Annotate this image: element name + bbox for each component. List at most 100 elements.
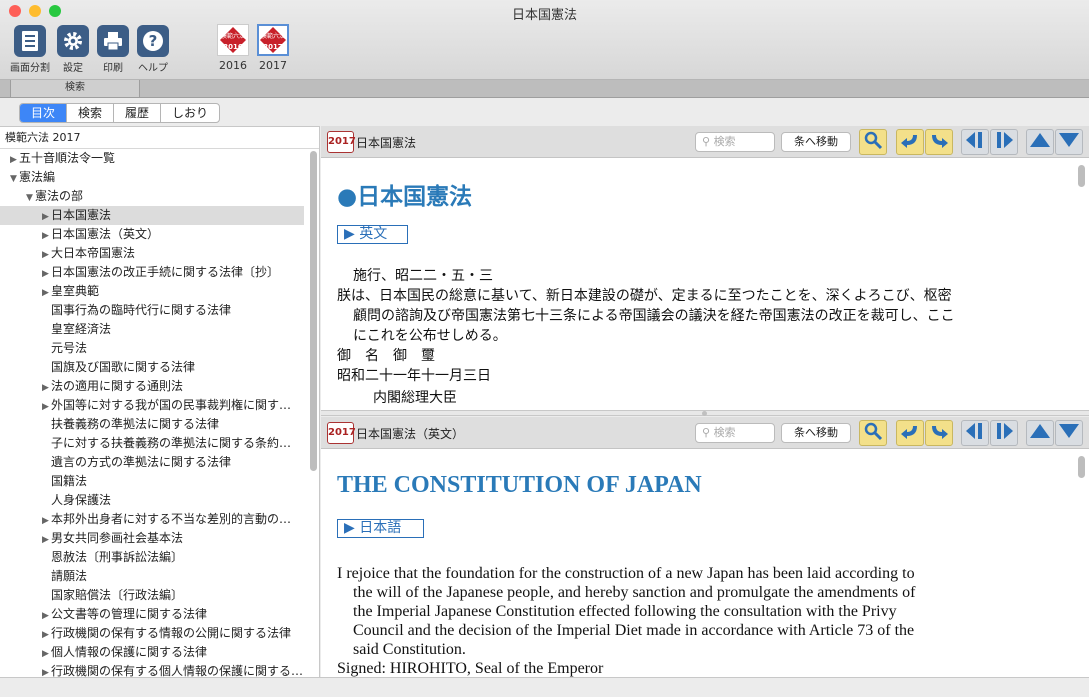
sidebar-item[interactable]: 扶養義務の準拠法に関する法律	[0, 415, 304, 434]
settings-button[interactable]: 設定	[53, 25, 93, 74]
back-icon	[899, 131, 921, 153]
english-version-link[interactable]: ▶ 英文	[337, 225, 408, 244]
pane-top-search-input[interactable]: ⚲ 検索	[695, 132, 775, 152]
sidebar-item[interactable]: ▶ 大日本帝国憲法	[0, 244, 304, 263]
disclosure-closed-icon[interactable]: ▶	[40, 645, 51, 662]
next-icon	[993, 130, 1015, 154]
pane-bottom-next-button[interactable]	[990, 420, 1018, 446]
edition-2016-button[interactable]: 模範六法 2016 2016	[215, 24, 251, 72]
edition-2017-button[interactable]: 模範六法 2017 2017	[255, 24, 291, 72]
sidebar-item[interactable]: ▶ 男女共同参画社会基本法	[0, 529, 304, 548]
prev-icon	[964, 421, 986, 445]
sidebar-scrollbar[interactable]	[310, 151, 317, 471]
sidebar-item[interactable]: ▶ 個人情報の保護に関する法律	[0, 643, 304, 662]
sidebar-item[interactable]: ▶ 行政機関の保有する個人情報の保護に関する…	[0, 662, 304, 677]
pane-bottom-prev-button[interactable]	[961, 420, 989, 446]
sidebar-item[interactable]: ▶ 行政機関の保有する情報の公開に関する法律	[0, 624, 304, 643]
pane-bottom-up-button[interactable]	[1026, 420, 1054, 446]
pane-bottom-back-button[interactable]	[896, 420, 924, 446]
pane-top-prev-button[interactable]	[961, 129, 989, 155]
pane-top-next-button[interactable]	[990, 129, 1018, 155]
sidebar-item[interactable]: 皇室経済法	[0, 320, 304, 339]
split-view-icon	[14, 25, 46, 57]
disclosure-closed-icon[interactable]: ▶	[40, 664, 51, 677]
print-button[interactable]: 印刷	[93, 25, 133, 74]
disclosure-closed-icon[interactable]: ▶	[40, 284, 51, 301]
pane-top-scrollbar[interactable]	[1078, 165, 1085, 187]
sidebar-item[interactable]: 国籍法	[0, 472, 304, 491]
segment-bookmarks[interactable]: しおり	[160, 104, 219, 122]
sidebar-item[interactable]: ▶ 日本国憲法の改正手続に関する法律〔抄〕	[0, 263, 304, 282]
pane-top-back-button[interactable]	[896, 129, 924, 155]
sidebar-item-label: 法の適用に関する通則法	[51, 379, 184, 393]
sidebar-item-label: 扶養義務の準拠法に関する法律	[51, 417, 220, 431]
sidebar-item[interactable]: ▶ 五十音順法令一覧	[0, 149, 304, 168]
disclosure-closed-icon[interactable]: ▶	[40, 398, 51, 415]
pane-top-down-button[interactable]	[1055, 129, 1083, 155]
help-button[interactable]: ? ヘルプ	[133, 25, 173, 74]
disclosure-closed-icon[interactable]: ▶	[40, 246, 51, 263]
disclosure-open-icon[interactable]: ▼	[8, 170, 19, 187]
pane-bottom-search-input[interactable]: ⚲ 検索	[695, 423, 775, 443]
split-view-button[interactable]: 画面分割	[10, 25, 50, 74]
pane-bottom-down-button[interactable]	[1055, 420, 1083, 446]
disclosure-closed-icon[interactable]: ▶	[40, 208, 51, 225]
search-icon: ⚲	[702, 135, 711, 148]
pane-top-goto-article-button[interactable]: 条へ移動	[781, 132, 851, 152]
disclosure-closed-icon[interactable]: ▶	[8, 151, 19, 168]
japanese-version-link[interactable]: ▶ 日本語	[337, 519, 424, 538]
sidebar-item-label: 憲法編	[19, 170, 56, 184]
sidebar-item[interactable]: 人身保護法	[0, 491, 304, 510]
pane-bottom-goto-article-button[interactable]: 条へ移動	[781, 423, 851, 443]
disclosure-closed-icon[interactable]: ▶	[40, 626, 51, 643]
disclosure-closed-icon[interactable]: ▶	[40, 607, 51, 624]
sidebar-item[interactable]: ▶ 皇室典範	[0, 282, 304, 301]
sidebar-item-label: 皇室典範	[51, 284, 100, 298]
segment-history[interactable]: 履歴	[113, 104, 160, 122]
pane-splitter[interactable]	[321, 410, 1089, 416]
sidebar-item[interactable]: ▶ 本邦外出身者に対する不当な差別的言動の…	[0, 510, 304, 529]
pane-bottom-scrollbar[interactable]	[1078, 456, 1085, 478]
sidebar-item[interactable]: ▶ 日本国憲法	[0, 206, 304, 225]
sidebar-item[interactable]: ▼ 憲法の部	[0, 187, 304, 206]
disclosure-closed-icon[interactable]: ▶	[40, 512, 51, 529]
disclosure-closed-icon[interactable]: ▶	[40, 379, 51, 396]
sidebar-item[interactable]: 国事行為の臨時代行に関する法律	[0, 301, 304, 320]
disclosure-closed-icon[interactable]: ▶	[40, 265, 51, 282]
sidebar-item[interactable]: ▶ 公文書等の管理に関する法律	[0, 605, 304, 624]
sidebar-item[interactable]: 国旗及び国歌に関する法律	[0, 358, 304, 377]
pane-top-zoom-button[interactable]	[859, 129, 887, 155]
pane-bottom-zoom-button[interactable]	[859, 420, 887, 446]
disclosure-open-icon[interactable]: ▼	[24, 189, 35, 206]
pane-bottom-body: THE CONSTITUTION OF JAPAN ▶ 日本語 I rejoic…	[321, 450, 1089, 677]
edition-2017-book-icon: 模範六法 2017	[257, 24, 289, 56]
sidebar-item[interactable]: 請願法	[0, 567, 304, 586]
sidebar-item[interactable]: ▶ 日本国憲法（英文）	[0, 225, 304, 244]
sidebar-item[interactable]: ▼ 憲法編	[0, 168, 304, 187]
sidebar-item[interactable]: 元号法	[0, 339, 304, 358]
sidebar-item-label: 大日本帝国憲法	[51, 246, 136, 260]
disclosure-closed-icon[interactable]: ▶	[40, 531, 51, 548]
pane-bottom-forward-button[interactable]	[925, 420, 953, 446]
document-pane-bottom: 2017 日本国憲法（英文） ⚲ 検索 条へ移動 THE CONSTITUTIO…	[321, 417, 1089, 677]
sidebar-item[interactable]: 遺言の方式の準拠法に関する法律	[0, 453, 304, 472]
sidebar-item[interactable]: 子に対する扶養義務の準拠法に関する条約…	[0, 434, 304, 453]
sidebar-item-label: 子に対する扶養義務の準拠法に関する条約…	[51, 436, 292, 450]
settings-label: 設定	[63, 63, 83, 74]
sidebar-item[interactable]: 恩赦法〔刑事訴訟法編〕	[0, 548, 304, 567]
segment-contents[interactable]: 目次	[20, 104, 67, 122]
sidebar-item[interactable]: ▶ 法の適用に関する通則法	[0, 377, 304, 396]
sidebar-item-label: 日本国憲法の改正手続に関する法律〔抄〕	[51, 265, 280, 279]
search-strip-tab[interactable]: 検索	[10, 80, 140, 98]
disclosure-closed-icon[interactable]: ▶	[40, 227, 51, 244]
pane-bottom-heading: THE CONSTITUTION OF JAPAN	[337, 472, 702, 498]
sidebar-item-label: 国事行為の臨時代行に関する法律	[51, 303, 232, 317]
segment-search[interactable]: 検索	[66, 104, 113, 122]
pane-top-up-button[interactable]	[1026, 129, 1054, 155]
pane-bottom-line: Signed: HIROHITO, Seal of the Emperor	[337, 660, 604, 677]
pane-top-forward-button[interactable]	[925, 129, 953, 155]
pane-bottom-header: 2017 日本国憲法（英文） ⚲ 検索 条へ移動	[321, 417, 1089, 449]
sidebar-item[interactable]: ▶ 外国等に対する我が国の民事裁判権に関す…	[0, 396, 304, 415]
sidebar-item-label: 行政機関の保有する情報の公開に関する法律	[51, 626, 292, 640]
sidebar-item[interactable]: 国家賠償法〔行政法編〕	[0, 586, 304, 605]
